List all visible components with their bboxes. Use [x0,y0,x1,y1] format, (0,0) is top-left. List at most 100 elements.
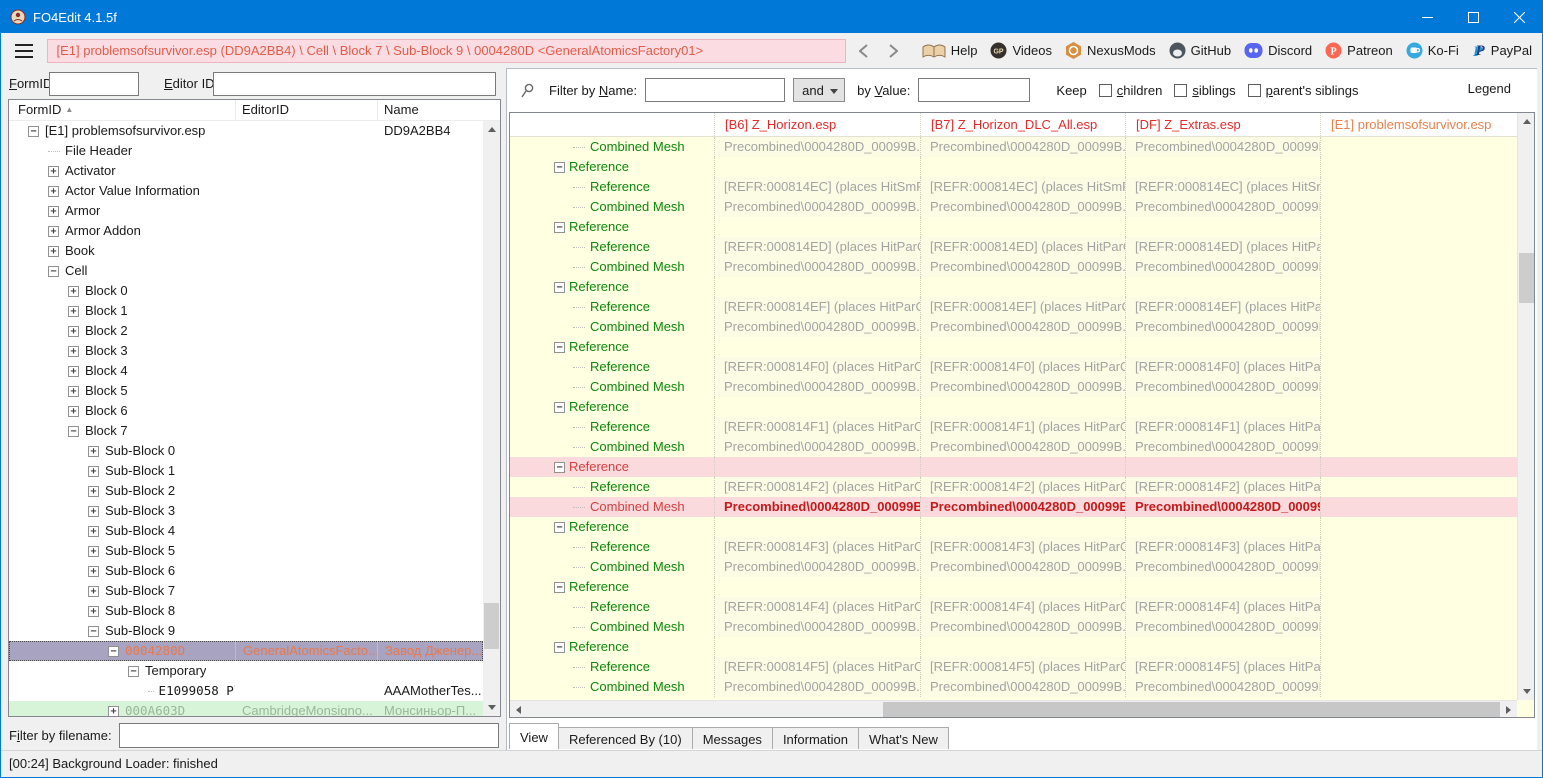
conflict-value-cell[interactable]: [REFR:000814F5] (places HitParC... [1125,657,1320,677]
formid-input[interactable] [49,72,139,96]
expand-icon[interactable]: + [88,545,99,557]
conflict-row[interactable]: Combined Mesh Precombined\0004280D_00099B… [510,557,1517,577]
tree-row[interactable]: + Sub-Block 4 [9,521,483,541]
conflict-value-cell[interactable] [714,277,920,297]
scroll-right-icon[interactable] [1500,701,1517,717]
conflict-value-cell[interactable]: Precombined\0004280D_00099B... [714,137,920,157]
tree-row[interactable]: +000A603D CambridgeMonsigno... Монсиньор-П… [9,701,483,716]
scrollbar-thumb[interactable] [1519,253,1534,303]
expand-icon[interactable]: + [88,525,99,537]
conflict-value-cell[interactable]: [REFR:000814F5] (places HitParC... [714,657,920,677]
conflict-row[interactable]: Combined Mesh Precombined\0004280D_00099B… [510,317,1517,337]
discord-link[interactable]: Discord [1244,42,1312,59]
conflict-row[interactable]: − Reference [510,517,1517,537]
conflict-value-cell[interactable]: [REFR:000814EC] (places HitSmR... [920,177,1125,197]
breadcrumb[interactable]: [E1] problemsofsurvivor.esp (DD9A2BB4) \… [47,38,846,63]
conflict-row[interactable]: − Reference [510,577,1517,597]
tree-row[interactable]: + Block 4 [9,361,483,381]
collapse-icon[interactable]: − [554,581,565,593]
expand-icon[interactable]: + [48,245,59,257]
conflict-value-cell[interactable] [1320,257,1517,277]
conflict-value-cell[interactable]: Precombined\0004280D_00099B... [714,497,920,517]
conflict-value-cell[interactable] [1320,157,1517,177]
conflict-value-cell[interactable]: Precombined\0004280D_00099B... [920,617,1125,637]
tree-vertical-scrollbar[interactable] [483,121,500,716]
collapse-icon[interactable]: − [554,521,565,533]
conflict-value-cell[interactable]: Precombined\0004280D_00099B... [1125,437,1320,457]
collapse-icon[interactable]: − [108,645,119,657]
conflict-value-cell[interactable]: Precombined\0004280D_00099B... [714,197,920,217]
conflict-value-cell[interactable]: [REFR:000814EC] (places HitSmR... [1125,177,1320,197]
conflict-value-cell[interactable] [714,457,920,477]
conflict-row[interactable]: Combined Mesh Precombined\0004280D_00099B… [510,497,1517,517]
conflict-row[interactable]: Reference [REFR:000814F2] (places HitParC… [510,477,1517,497]
conflict-value-cell[interactable]: Precombined\0004280D_00099B... [1125,257,1320,277]
conflict-value-cell[interactable]: Precombined\0004280D_00099B... [714,677,920,697]
conflict-value-cell[interactable]: Precombined\0004280D_00099B... [1125,677,1320,697]
tree-row[interactable]: −0004280D GeneralAtomicsFacto... Завод Дже… [9,641,483,661]
menu-icon[interactable] [15,43,34,58]
tree-row[interactable]: + Sub-Block 8 [9,601,483,621]
tab-what-s-new[interactable]: What's New [857,727,949,749]
conflict-value-cell[interactable]: Precombined\0004280D_00099B... [714,377,920,397]
conflict-value-cell[interactable] [714,337,920,357]
conflict-value-cell[interactable] [1320,637,1517,657]
tree-header-editorid[interactable]: EditorID [235,100,377,120]
conflict-value-cell[interactable]: Precombined\0004280D_00099B... [714,437,920,457]
tree-row[interactable]: + Armor Addon [9,221,483,241]
collapse-icon[interactable]: − [554,641,565,653]
conflict-value-cell[interactable] [714,577,920,597]
conflict-row[interactable]: Combined Mesh Precombined\0004280D_00099B… [510,677,1517,697]
conflict-value-cell[interactable]: Precombined\0004280D_00099B... [920,437,1125,457]
conflict-row[interactable]: Reference [REFR:000814F3] (places HitParC… [510,537,1517,557]
conflict-value-cell[interactable] [1125,277,1320,297]
conflict-value-cell[interactable]: [REFR:000814EF] (places HitParC... [1125,297,1320,317]
tree-row[interactable]: + Block 2 [9,321,483,341]
conflict-value-cell[interactable]: Precombined\0004280D_00099B... [714,557,920,577]
conflict-value-cell[interactable] [920,277,1125,297]
editorid-input[interactable] [213,72,496,96]
conflict-value-cell[interactable] [1125,337,1320,357]
table-vertical-scrollbar[interactable] [1517,113,1534,700]
conflict-value-cell[interactable]: Precombined\0004280D_00099B... [920,497,1125,517]
conflict-row[interactable]: Combined Mesh Precombined\0004280D_00099B… [510,437,1517,457]
scroll-up-icon[interactable] [483,121,500,138]
filter-value-input[interactable] [918,78,1031,102]
conflict-value-cell[interactable] [1320,357,1517,377]
conflict-row[interactable]: Reference [REFR:000814F0] (places HitParC… [510,357,1517,377]
expand-icon[interactable]: + [68,365,79,377]
conflict-value-cell[interactable]: Precombined\0004280D_00099B... [714,617,920,637]
nexusmods-link[interactable]: NexusMods [1065,42,1156,59]
siblings-checkbox[interactable] [1174,83,1188,97]
conflict-value-cell[interactable]: [REFR:000814EF] (places HitParC... [920,297,1125,317]
conflict-value-cell[interactable]: [REFR:000814F2] (places HitParC... [714,477,920,497]
conflict-value-cell[interactable]: [REFR:000814ED] (places HitParC... [1125,237,1320,257]
conflict-value-cell[interactable] [920,157,1125,177]
conflict-value-cell[interactable]: [REFR:000814F1] (places HitParC... [920,417,1125,437]
conflict-value-cell[interactable] [1125,637,1320,657]
conflict-row[interactable]: − Reference [510,637,1517,657]
conflict-value-cell[interactable] [920,637,1125,657]
conflict-value-cell[interactable]: [REFR:000814F1] (places HitParC... [1125,417,1320,437]
tree-row[interactable]: + Sub-Block 7 [9,581,483,601]
children-checkbox[interactable] [1098,83,1112,97]
conflict-value-cell[interactable]: Precombined\0004280D_00099B... [920,197,1125,217]
legend-link[interactable]: Legend [1468,81,1511,96]
conflict-value-cell[interactable] [1320,197,1517,217]
conflict-value-cell[interactable] [1320,137,1517,157]
expand-icon[interactable]: + [68,385,79,397]
conflict-value-cell[interactable] [1125,217,1320,237]
conflict-value-cell[interactable] [1125,397,1320,417]
tree-row[interactable]: + Activator [9,161,483,181]
conflict-value-cell[interactable]: Precombined\0004280D_00099B... [1125,317,1320,337]
collapse-icon[interactable]: − [554,341,565,353]
conflict-value-cell[interactable] [1320,237,1517,257]
conflict-value-cell[interactable]: [REFR:000814F5] (places HitParC... [920,657,1125,677]
column-header[interactable]: [DF] Z_Extras.esp [1125,113,1320,136]
scroll-up-icon[interactable] [1518,113,1534,130]
conflict-value-cell[interactable]: Precombined\0004280D_00099B... [1125,617,1320,637]
conflict-row[interactable]: Reference [REFR:000814F1] (places HitParC… [510,417,1517,437]
conflict-value-cell[interactable] [714,157,920,177]
conflict-value-cell[interactable]: [REFR:000814F2] (places HitParC... [920,477,1125,497]
conflict-value-cell[interactable]: [REFR:000814F4] (places HitParC... [920,597,1125,617]
